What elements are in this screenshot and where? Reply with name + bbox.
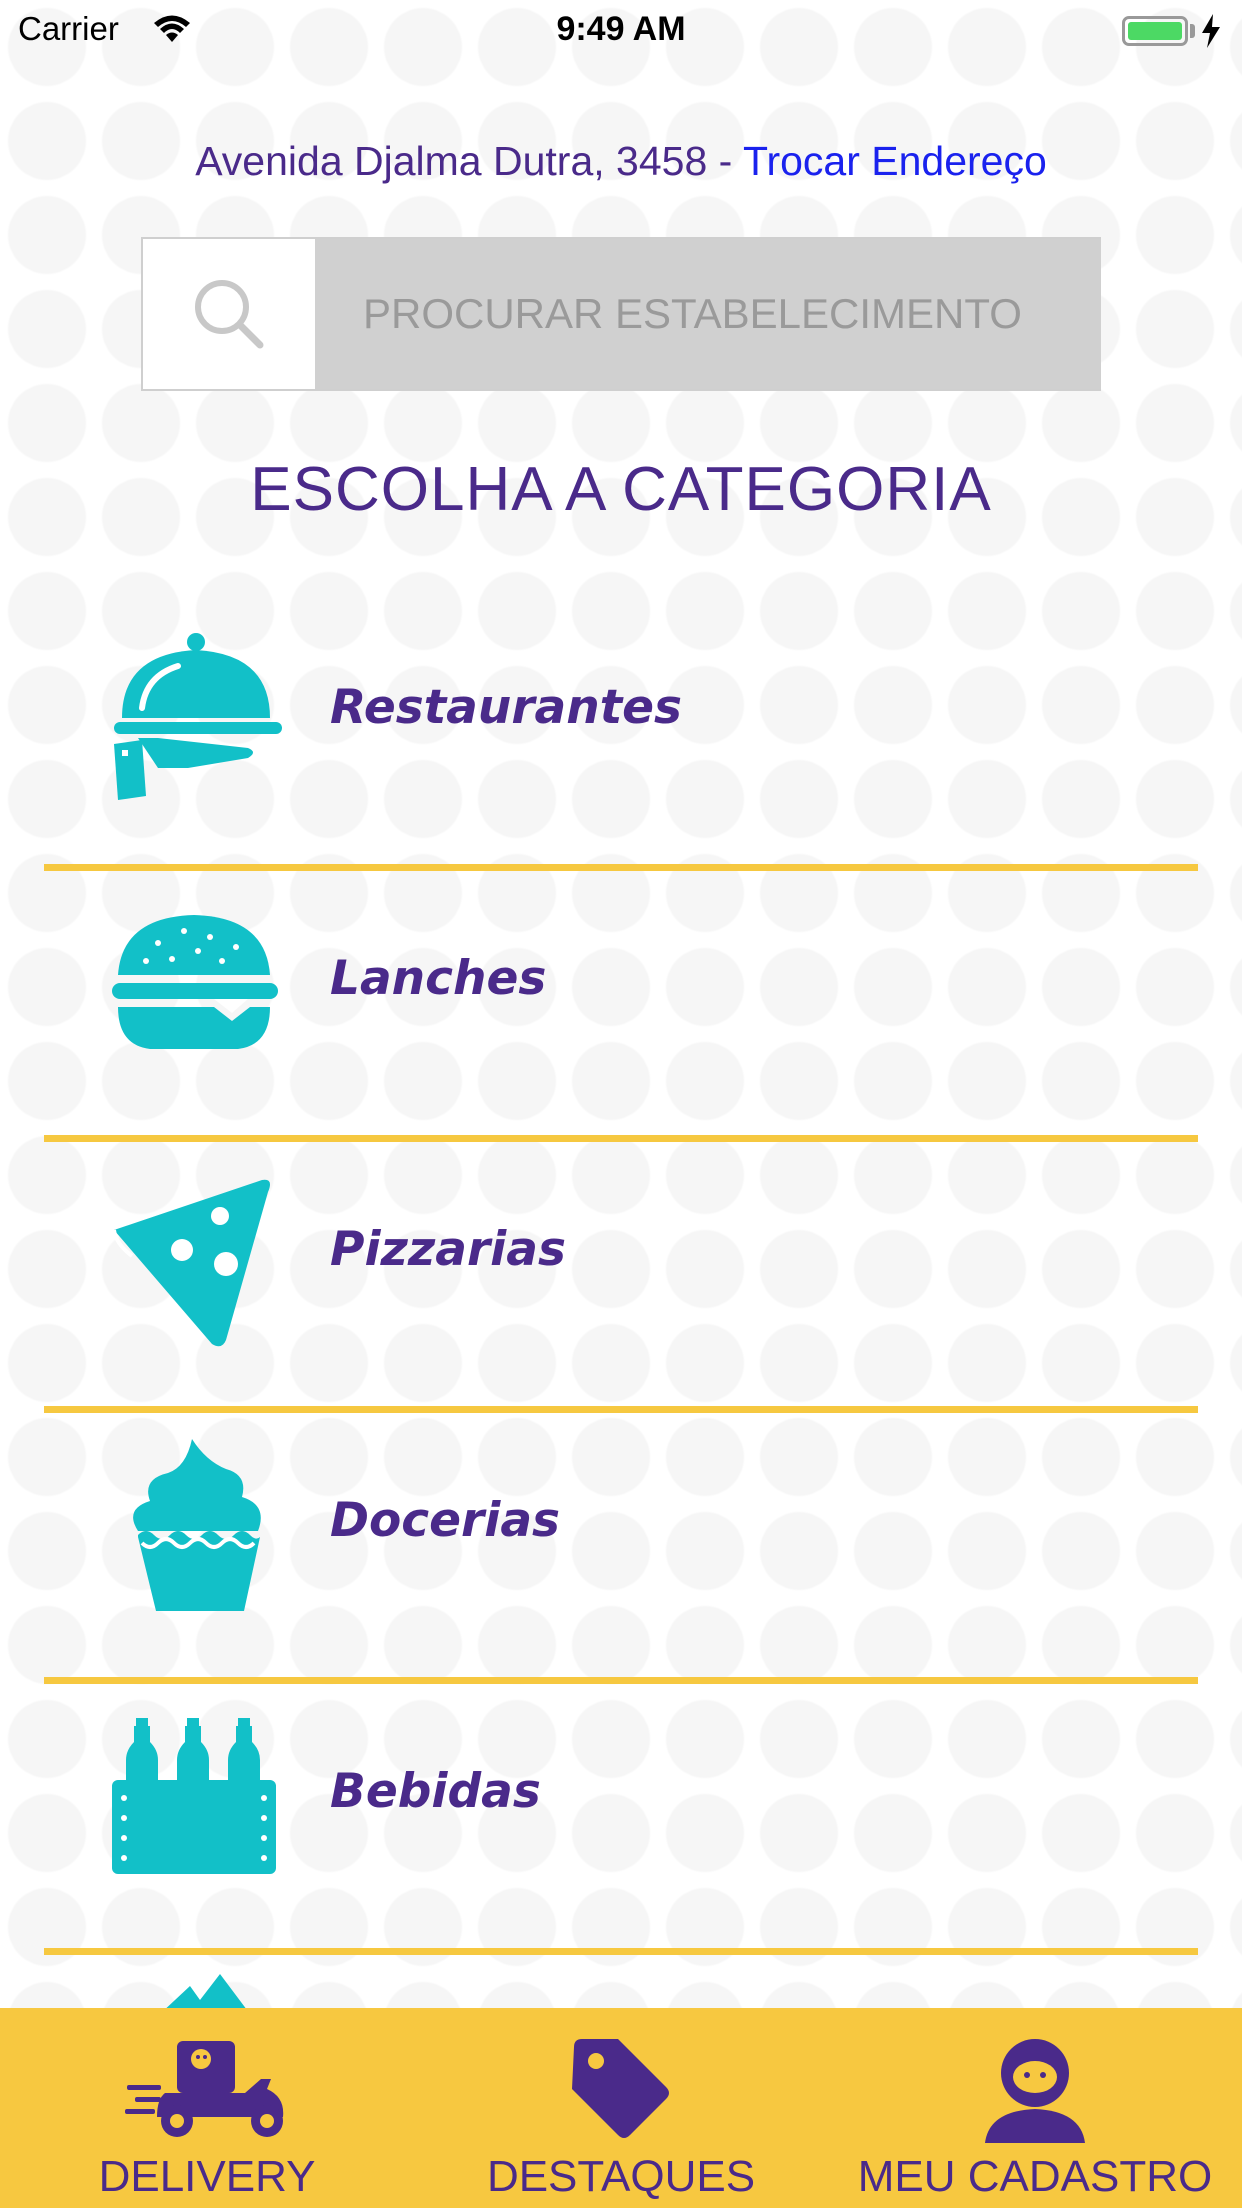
category-label: Lanches xyxy=(330,951,547,1006)
tab-delivery[interactable]: DELIVERY xyxy=(0,2008,414,2208)
category-item-bebidas[interactable]: Bebidas xyxy=(44,1684,1198,1955)
category-item-lanches[interactable]: Lanches xyxy=(44,871,1198,1142)
tag-icon xyxy=(414,2028,828,2148)
change-address-link[interactable]: Trocar Endereço xyxy=(743,138,1047,184)
tab-label: DESTAQUES xyxy=(486,2152,756,2201)
tab-destaques[interactable]: DESTAQUES xyxy=(414,2008,828,2208)
burger-icon xyxy=(98,889,288,1079)
address-separator: - xyxy=(707,138,743,184)
delivery-address: Avenida Djalma Dutra, 3458 - Trocar Ende… xyxy=(0,138,1242,185)
search-input[interactable] xyxy=(315,239,1101,389)
category-item-restaurantes[interactable]: Restaurantes xyxy=(44,600,1198,871)
tab-label: MEU CADASTRO xyxy=(857,2152,1213,2201)
tab-bar: DELIVERY DESTAQUES MEU CADASTRO xyxy=(0,2008,1242,2208)
section-title: ESCOLHA A CATEGORIA xyxy=(250,455,992,524)
search-icon[interactable] xyxy=(143,239,315,389)
charging-bolt-icon xyxy=(1202,14,1220,48)
status-bar: Carrier 9:49 AM xyxy=(0,0,1242,60)
search-bar[interactable] xyxy=(141,237,1101,391)
category-label: Restaurantes xyxy=(330,680,683,735)
battery-icon xyxy=(1122,16,1188,46)
category-label: Pizzarias xyxy=(330,1222,566,1277)
cupcake-icon xyxy=(98,1431,288,1621)
category-label: Docerias xyxy=(330,1493,561,1548)
category-list: Restaurantes Lanches Pizzarias Docerias … xyxy=(44,600,1198,1955)
category-label: Bebidas xyxy=(330,1764,541,1819)
tab-meu-cadastro[interactable]: MEU CADASTRO xyxy=(828,2008,1242,2208)
clock: 9:49 AM xyxy=(556,10,686,48)
category-item-pizzarias[interactable]: Pizzarias xyxy=(44,1142,1198,1413)
pizza-slice-icon xyxy=(98,1160,288,1350)
address-text: Avenida Djalma Dutra, 3458 xyxy=(195,138,708,184)
cloche-icon xyxy=(98,618,288,808)
delivery-scooter-icon xyxy=(0,2028,414,2148)
battery-tip xyxy=(1190,24,1195,38)
tab-label: DELIVERY xyxy=(98,2152,316,2201)
category-item-docerias[interactable]: Docerias xyxy=(44,1413,1198,1684)
bottle-crate-icon xyxy=(98,1702,288,1892)
profile-icon xyxy=(828,2028,1242,2148)
